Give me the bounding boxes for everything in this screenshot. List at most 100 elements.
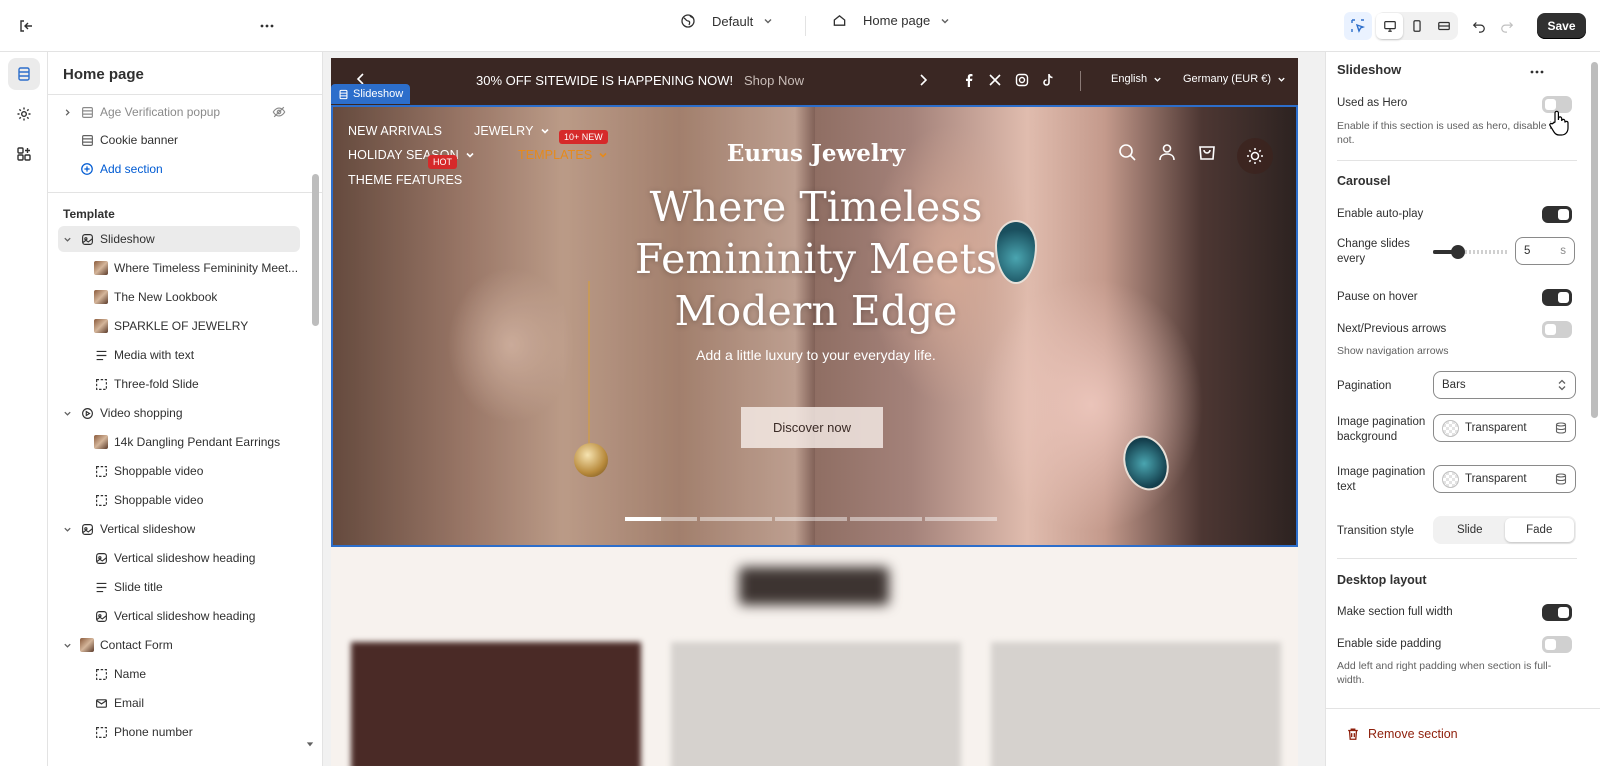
transition-option-slide[interactable]: Slide — [1435, 518, 1505, 542]
img-pag-text-value: Transparent — [1465, 473, 1527, 485]
tree-section-video-shopping[interactable]: Video shopping — [58, 400, 300, 426]
search-icon[interactable] — [1117, 142, 1137, 162]
tree-section-slideshow[interactable]: Slideshow — [58, 226, 300, 252]
desktop-icon[interactable] — [1376, 13, 1403, 39]
img-pag-text-picker[interactable]: Transparent — [1433, 465, 1576, 493]
theme-selector[interactable]: Default — [680, 13, 773, 29]
settings-gear-icon[interactable] — [8, 98, 40, 130]
hidden-eye-icon[interactable] — [272, 105, 286, 119]
section-tag[interactable]: Slideshow — [331, 84, 411, 104]
tree-block[interactable]: Three-fold Slide — [58, 371, 300, 397]
facebook-icon[interactable] — [963, 73, 975, 87]
instagram-icon[interactable] — [1015, 73, 1029, 87]
scroll-down-icon[interactable] — [306, 740, 314, 748]
pause-hover-toggle[interactable] — [1542, 289, 1572, 306]
frame-icon — [94, 493, 108, 507]
chevron-right-icon[interactable] — [918, 73, 928, 87]
mobile-icon[interactable] — [1403, 13, 1430, 39]
chevron-down-icon[interactable] — [60, 522, 74, 536]
undo-icon[interactable] — [1465, 12, 1493, 40]
chevron-down-icon[interactable] — [60, 406, 74, 420]
page-selector[interactable]: Home page — [832, 13, 950, 28]
redo-icon[interactable] — [1493, 12, 1521, 40]
apps-icon[interactable] — [8, 138, 40, 170]
tree-block[interactable]: Name — [58, 661, 300, 687]
fullscreen-icon[interactable] — [1430, 13, 1457, 39]
slideshow-hero[interactable]: NEW ARRIVALS JEWELRY 10+ NEW HOLIDAY SEA… — [331, 105, 1298, 547]
panel-scrollbar[interactable] — [1591, 62, 1598, 418]
frame-icon — [94, 667, 108, 681]
transition-option-fade[interactable]: Fade — [1504, 518, 1574, 542]
shop-now-link[interactable]: Shop Now — [744, 73, 804, 88]
device-toggle — [1376, 12, 1458, 40]
nav-new-arrivals[interactable]: NEW ARRIVALS — [348, 124, 442, 138]
change-slides-handle[interactable] — [1451, 245, 1465, 259]
chevron-down-icon[interactable] — [60, 232, 74, 246]
pause-hover-label: Pause on hover — [1337, 291, 1418, 303]
tree-item-cookie-banner[interactable]: Cookie banner — [58, 127, 300, 153]
chevron-down-icon[interactable] — [60, 638, 74, 652]
side-padding-toggle[interactable] — [1542, 636, 1572, 653]
badge-hot: HOT — [428, 155, 457, 169]
tree-block[interactable]: Vertical slideshow heading — [58, 603, 300, 629]
autoplay-toggle[interactable] — [1542, 206, 1572, 223]
sections-icon[interactable] — [8, 58, 40, 90]
tree-section-vertical-slideshow[interactable]: Vertical slideshow — [58, 516, 300, 542]
img-pag-bg-picker[interactable]: Transparent — [1433, 414, 1576, 442]
tree-item-age-verification[interactable]: Age Verification popup — [58, 99, 300, 125]
tree-block[interactable]: SPARKLE OF JEWELRY — [58, 313, 300, 339]
language-value: English — [1111, 73, 1148, 85]
tree-block[interactable]: Slide title — [58, 574, 300, 600]
image-icon — [80, 522, 94, 536]
inspector-icon[interactable] — [1344, 12, 1372, 40]
side-padding-help: Add left and right padding when section … — [1337, 660, 1552, 686]
sidebar-scrollbar[interactable] — [312, 174, 319, 326]
pagination-bar[interactable] — [850, 517, 922, 521]
tree-block[interactable]: Where Timeless Femininity Meet... — [58, 255, 300, 281]
more-options-icon[interactable] — [1529, 64, 1545, 80]
language-selector[interactable]: English — [1111, 73, 1162, 85]
nav-theme-features[interactable]: THEME FEATURES — [348, 173, 462, 187]
full-width-toggle[interactable] — [1542, 604, 1572, 621]
pagination-select[interactable]: Bars — [1433, 371, 1576, 399]
account-icon[interactable] — [1157, 142, 1177, 162]
save-button[interactable]: Save — [1537, 13, 1586, 39]
pagination-bar[interactable] — [925, 517, 997, 521]
more-options-icon[interactable] — [253, 12, 281, 40]
exit-icon[interactable] — [12, 12, 40, 40]
blurred-card — [671, 642, 961, 766]
theme-toggle-button[interactable] — [1237, 138, 1273, 174]
chevron-right-icon[interactable] — [60, 105, 74, 119]
img-pag-bg-value: Transparent — [1465, 422, 1527, 434]
tree-block[interactable]: Phone number — [58, 719, 300, 745]
x-twitter-icon[interactable] — [988, 73, 1002, 87]
pagination-bar[interactable] — [775, 517, 847, 521]
arrows-toggle[interactable] — [1542, 321, 1572, 338]
chevron-down-icon — [1278, 77, 1285, 82]
tree-section-contact-form[interactable]: Contact Form — [58, 632, 300, 658]
nav-templates[interactable]: TEMPLATES — [518, 148, 608, 162]
pagination-value: Bars — [1442, 379, 1466, 391]
change-slides-input[interactable]: 5 s — [1515, 237, 1575, 265]
tree-block[interactable]: The New Lookbook — [58, 284, 300, 310]
tree-item-label: 14k Dangling Pendant Earrings — [114, 435, 281, 449]
pagination-bar[interactable] — [700, 517, 772, 521]
add-section-button[interactable]: Add section — [58, 156, 300, 182]
tiktok-icon[interactable] — [1042, 73, 1055, 87]
template-heading: Template — [63, 207, 115, 221]
tree-block[interactable]: Media with text — [58, 342, 300, 368]
text-icon — [94, 580, 108, 594]
currency-selector[interactable]: Germany (EUR €) — [1183, 73, 1286, 85]
store-logo[interactable]: Eurus Jewelry — [721, 140, 911, 167]
discover-now-button[interactable]: Discover now — [741, 407, 883, 448]
remove-section-button[interactable]: Remove section — [1346, 727, 1458, 741]
tree-block[interactable]: Shoppable video — [58, 487, 300, 513]
announcement-bar: 30% OFF SITEWIDE IS HAPPENING NOW! Shop … — [331, 58, 1298, 105]
tree-block[interactable]: 14k Dangling Pendant Earrings — [58, 429, 300, 455]
tree-block[interactable]: Vertical slideshow heading — [58, 545, 300, 571]
tree-block[interactable]: Shoppable video — [58, 458, 300, 484]
tree-block[interactable]: Email — [58, 690, 300, 716]
tree-item-label: Three-fold Slide — [114, 377, 199, 391]
cart-icon[interactable] — [1197, 142, 1217, 162]
nav-jewelry[interactable]: JEWELRY — [474, 124, 550, 138]
